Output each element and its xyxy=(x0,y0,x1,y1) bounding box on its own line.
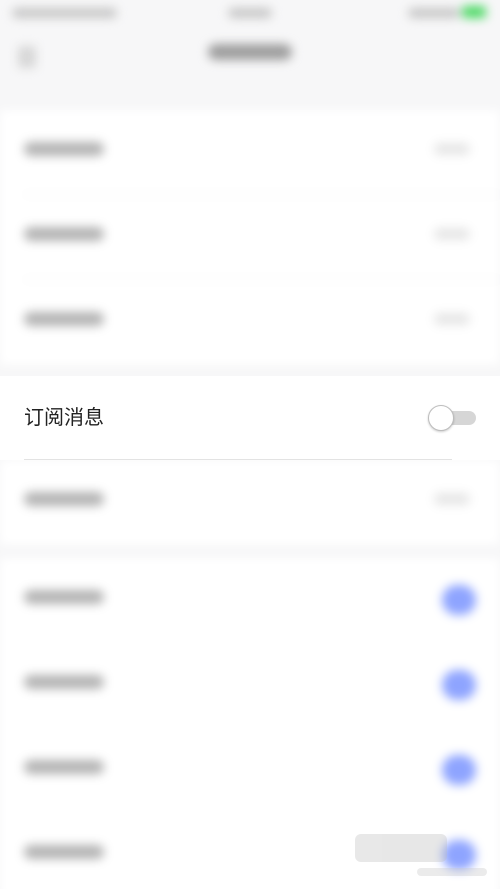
battery-icon xyxy=(462,6,486,18)
status-time xyxy=(228,8,272,18)
toggle-knob xyxy=(428,405,454,431)
toggle-icon[interactable] xyxy=(442,670,476,700)
subscription-label: 订阅消息 xyxy=(24,405,104,429)
status-bar xyxy=(0,0,500,28)
setting-row[interactable] xyxy=(0,558,500,643)
setting-row[interactable] xyxy=(0,643,500,728)
setting-row[interactable] xyxy=(0,460,500,545)
watermark-logo xyxy=(355,830,495,882)
subscription-toggle[interactable] xyxy=(428,404,476,432)
setting-row[interactable] xyxy=(0,110,500,195)
row-divider xyxy=(24,459,452,460)
settings-group-top xyxy=(0,110,500,365)
toggle-icon[interactable] xyxy=(442,755,476,785)
subscription-row[interactable]: 订阅消息 xyxy=(0,376,500,460)
page-title xyxy=(208,44,292,60)
setting-row[interactable] xyxy=(0,280,500,365)
back-icon[interactable] xyxy=(18,46,36,68)
status-indicators xyxy=(408,8,460,18)
settings-group-middle xyxy=(0,460,500,545)
status-carrier xyxy=(12,8,117,18)
setting-row[interactable] xyxy=(0,195,500,280)
setting-row[interactable] xyxy=(0,728,500,813)
settings-screen: 订阅消息 xyxy=(0,0,500,889)
toggle-icon[interactable] xyxy=(442,585,476,615)
nav-bar xyxy=(0,28,500,88)
